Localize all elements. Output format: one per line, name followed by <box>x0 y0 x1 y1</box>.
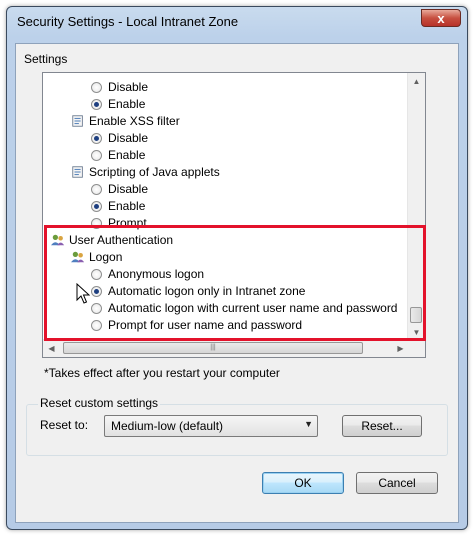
row-label: Disable <box>108 182 149 196</box>
radio-button-selected[interactable] <box>91 99 102 110</box>
script-setting-icon <box>72 166 83 178</box>
restart-note: *Takes effect after you restart your com… <box>44 366 280 380</box>
radio-button[interactable] <box>91 82 102 93</box>
reset-button[interactable]: Reset... <box>342 415 422 437</box>
reset-to-label: Reset to: <box>40 418 89 432</box>
reset-group-label: Reset custom settings <box>38 396 161 410</box>
horizontal-scrollbar[interactable]: ◀ ||| ▶ <box>43 339 409 357</box>
security-level-dropdown[interactable]: Medium-low (default) ▼ <box>104 415 318 437</box>
script-setting-icon <box>72 115 83 127</box>
cancel-button[interactable]: Cancel <box>356 472 438 494</box>
scroll-right-arrow-icon[interactable]: ▶ <box>392 340 409 357</box>
ok-button[interactable]: OK <box>262 472 344 494</box>
radio-button[interactable] <box>91 150 102 161</box>
annotation-highlight-box <box>44 225 426 341</box>
title-bar[interactable]: Security Settings - Local Intranet Zone … <box>7 7 467 37</box>
radio-option[interactable]: Disable <box>91 130 148 147</box>
setting-heading: Enable XSS filter <box>71 113 180 130</box>
radio-button-selected[interactable] <box>91 201 102 212</box>
radio-option[interactable]: Enable <box>91 96 145 113</box>
radio-option[interactable]: Enable <box>91 198 145 215</box>
close-button[interactable]: x <box>421 9 461 27</box>
row-label: Enable XSS filter <box>89 114 180 128</box>
row-label: Enable <box>108 97 146 111</box>
row-label: Enable <box>108 199 146 213</box>
security-level-value: Medium-low (default) <box>111 419 224 433</box>
radio-option[interactable]: Disable <box>91 79 148 96</box>
horizontal-scroll-thumb[interactable]: ||| <box>63 342 363 354</box>
settings-label: Settings <box>24 52 68 66</box>
scroll-up-arrow-icon[interactable]: ▲ <box>408 73 425 90</box>
row-label: Disable <box>108 131 149 145</box>
mouse-pointer-icon <box>76 283 90 304</box>
chevron-down-icon: ▼ <box>304 419 313 429</box>
radio-option[interactable]: Enable <box>91 147 145 164</box>
row-label: Enable <box>108 148 146 162</box>
row-label: Disable <box>108 80 149 94</box>
setting-heading: Scripting of Java applets <box>71 164 220 181</box>
scroll-left-arrow-icon[interactable]: ◀ <box>43 340 60 357</box>
radio-option[interactable]: Disable <box>91 181 148 198</box>
window-title: Security Settings - Local Intranet Zone <box>17 14 239 29</box>
radio-button-selected[interactable] <box>91 133 102 144</box>
row-label: Scripting of Java applets <box>89 165 220 179</box>
radio-button[interactable] <box>91 184 102 195</box>
scrollbar-corner <box>408 340 425 357</box>
